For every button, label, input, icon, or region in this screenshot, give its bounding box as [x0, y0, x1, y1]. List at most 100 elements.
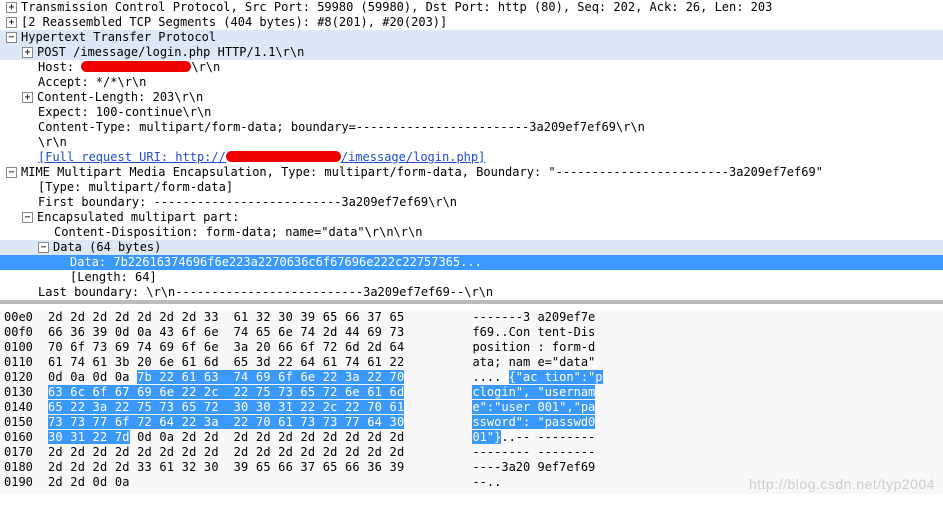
- hex-offset: 0130: [4, 385, 48, 400]
- firstboundary-text: First boundary: ------------------------…: [38, 195, 457, 209]
- crlf-text: \r\n: [38, 135, 67, 149]
- hex-ascii-selected: clogin", "usernam: [472, 385, 595, 399]
- mime-text: MIME Multipart Media Encapsulation, Type…: [21, 165, 823, 179]
- expand-icon[interactable]: +: [22, 47, 33, 58]
- hex-bytes-selected: 65 22 3a 22 75 73 65 72 30 30 31 22 2c 2…: [48, 400, 404, 414]
- hex-row[interactable]: 013063 6c 6f 67 69 6e 22 2c 22 75 73 65 …: [0, 385, 943, 400]
- expand-icon[interactable]: +: [6, 17, 17, 28]
- host-crlf: \r\n: [191, 60, 220, 74]
- hex-row[interactable]: 016030 31 22 7d 0d 0a 2d 2d 2d 2d 2d 2d …: [0, 430, 943, 445]
- hex-offset: 0150: [4, 415, 48, 430]
- host-label: Host:: [38, 60, 81, 74]
- hex-offset: 0120: [4, 370, 48, 385]
- hex-bytes: 66 36 39 0d 0a 43 6f 6e 74 65 6e 74 2d 4…: [48, 325, 458, 340]
- hex-row[interactable]: 011061 74 61 3b 20 6e 61 6d 65 3d 22 64 …: [0, 355, 943, 370]
- http-text: Hypertext Transfer Protocol: [21, 30, 216, 44]
- firstboundary-row[interactable]: First boundary: ------------------------…: [0, 195, 943, 210]
- hex-row[interactable]: 01200d 0a 0d 0a 7b 22 61 63 74 69 6f 6e …: [0, 370, 943, 385]
- hex-ascii: position : form-d: [472, 340, 595, 355]
- hex-bytes: 61 74 61 3b 20 6e 61 6d 65 3d 22 64 61 7…: [48, 355, 458, 370]
- packet-details-tree: + Transmission Control Protocol, Src Port…: [0, 0, 943, 304]
- expand-icon[interactable]: +: [22, 92, 33, 103]
- cdisp-row[interactable]: Content-Disposition: form-data; name="da…: [0, 225, 943, 240]
- encap-text: Encapsulated multipart part:: [37, 210, 239, 224]
- hex-ascii: -------3 a209ef7e: [472, 310, 595, 325]
- mimetype-text: [Type: multipart/form-data]: [38, 180, 233, 194]
- hex-offset: 0180: [4, 460, 48, 475]
- hex-row[interactable]: 00f066 36 39 0d 0a 43 6f 6e 74 65 6e 74 …: [0, 325, 943, 340]
- cdisp-text: Content-Disposition: form-data; name="da…: [54, 225, 422, 239]
- mime-row[interactable]: −MIME Multipart Media Encapsulation, Typ…: [0, 165, 943, 180]
- expect-text: Expect: 100-continue\r\n: [38, 105, 211, 119]
- redacted-host: [81, 61, 191, 72]
- hex-offset: 0110: [4, 355, 48, 370]
- hex-row[interactable]: 00e02d 2d 2d 2d 2d 2d 2d 33 61 32 30 39 …: [0, 310, 943, 325]
- http-expect-row[interactable]: Expect: 100-continue\r\n: [0, 105, 943, 120]
- hex-offset: 0100: [4, 340, 48, 355]
- hex-row[interactable]: 010070 6f 73 69 74 69 6f 6e 3a 20 66 6f …: [0, 340, 943, 355]
- data64-text: Data (64 bytes): [53, 240, 161, 254]
- lastboundary-text: Last boundary: \r\n---------------------…: [38, 285, 493, 299]
- hex-bytes-selected: 73 73 77 6f 72 64 22 3a 22 70 61 73 73 7…: [48, 415, 404, 429]
- data64-row[interactable]: −Data (64 bytes): [0, 240, 943, 255]
- hex-ascii-selected: {"ac tion":"p: [509, 370, 603, 384]
- collapse-icon[interactable]: −: [38, 242, 49, 253]
- hex-bytes: 70 6f 73 69 74 69 6f 6e 3a 20 66 6f 72 6…: [48, 340, 458, 355]
- clen-text: Content-Length: 203\r\n: [37, 90, 203, 104]
- reassembled-text: [2 Reassembled TCP Segments (404 bytes):…: [21, 15, 447, 29]
- hex-row[interactable]: 01702d 2d 2d 2d 2d 2d 2d 2d 2d 2d 2d 2d …: [0, 445, 943, 460]
- fulluri-b: /imessage/login.php]: [341, 150, 486, 164]
- watermark: http://blog.csdn.net/typ2004: [749, 477, 935, 492]
- hex-ascii: ..-- --------: [501, 430, 595, 444]
- hex-ascii: -------- --------: [472, 445, 595, 460]
- hex-row[interactable]: 014065 22 3a 22 75 73 65 72 30 30 31 22 …: [0, 400, 943, 415]
- encap-row[interactable]: −Encapsulated multipart part:: [0, 210, 943, 225]
- collapse-icon[interactable]: −: [6, 32, 17, 43]
- ctype-text: Content-Type: multipart/form-data; bound…: [38, 120, 645, 134]
- hex-bytes: 2d 2d 2d 2d 2d 2d 2d 33 61 32 30 39 65 6…: [48, 310, 458, 325]
- hex-ascii: --..: [472, 475, 501, 490]
- tcp-header-row[interactable]: + Transmission Control Protocol, Src Port…: [0, 0, 943, 15]
- http-crlf-row[interactable]: \r\n: [0, 135, 943, 150]
- hex-ascii-selected: ssword": "passwd0: [472, 415, 595, 429]
- hex-row[interactable]: 015073 73 77 6f 72 64 22 3a 22 70 61 73 …: [0, 415, 943, 430]
- fulluri-a: [Full request URI: http://: [38, 150, 226, 164]
- http-clen-row[interactable]: + Content-Length: 203\r\n: [0, 90, 943, 105]
- expand-icon[interactable]: +: [6, 2, 17, 13]
- data-len-row[interactable]: [Length: 64]: [0, 270, 943, 285]
- collapse-icon[interactable]: −: [22, 212, 33, 223]
- hex-ascii: ----3a20 9ef7ef69: [472, 460, 595, 475]
- http-host-row[interactable]: Host: \r\n: [0, 60, 943, 75]
- hex-bytes: 0d 0a 2d 2d 2d 2d 2d 2d 2d 2d 2d 2d: [130, 430, 405, 444]
- hex-row[interactable]: 01802d 2d 2d 2d 33 61 32 30 39 65 66 37 …: [0, 460, 943, 475]
- http-accept-row[interactable]: Accept: */*\r\n: [0, 75, 943, 90]
- hex-bytes-selected: 63 6c 6f 67 69 6e 22 2c 22 75 73 65 72 6…: [48, 385, 404, 399]
- hex-ascii: f69..Con tent-Dis: [472, 325, 595, 340]
- reassembled-row[interactable]: + [2 Reassembled TCP Segments (404 bytes)…: [0, 15, 943, 30]
- lastboundary-row[interactable]: Last boundary: \r\n---------------------…: [0, 285, 943, 300]
- http-post-row[interactable]: + POST /imessage/login.php HTTP/1.1\r\n: [0, 45, 943, 60]
- tcp-header-text: Transmission Control Protocol, Src Port:…: [21, 0, 772, 14]
- hex-bytes: 2d 2d 2d 2d 2d 2d 2d 2d 2d 2d 2d 2d 2d 2…: [48, 445, 458, 460]
- hex-offset: 0160: [4, 430, 48, 445]
- http-row[interactable]: −Hypertext Transfer Protocol: [0, 30, 943, 45]
- mimetype-row[interactable]: [Type: multipart/form-data]: [0, 180, 943, 195]
- hex-ascii-selected: 01"}: [472, 430, 501, 444]
- hex-ascii: ata; nam e="data": [472, 355, 595, 370]
- hex-dump-pane: 00e02d 2d 2d 2d 2d 2d 2d 33 61 32 30 39 …: [0, 310, 943, 494]
- http-fulluri-row[interactable]: [Full request URI: http:// /imessage/logi…: [0, 150, 943, 165]
- redacted-uri-host: [226, 151, 341, 162]
- hex-bytes-selected: 30 31 22 7d: [48, 430, 130, 444]
- hex-offset: 00f0: [4, 325, 48, 340]
- hex-bytes: 0d 0a 0d 0a: [48, 370, 137, 384]
- hex-ascii-selected: e":"user 001","pa: [472, 400, 595, 414]
- datalen-text: [Length: 64]: [70, 270, 157, 284]
- accept-text: Accept: */*\r\n: [38, 75, 146, 89]
- http-post-text: POST /imessage/login.php HTTP/1.1\r\n: [37, 45, 304, 59]
- hex-offset: 00e0: [4, 310, 48, 325]
- http-ctype-row[interactable]: Content-Type: multipart/form-data; bound…: [0, 120, 943, 135]
- collapse-icon[interactable]: −: [6, 167, 17, 178]
- hex-bytes-selected: 7b 22 61 63 74 69 6f 6e 22 3a 22 70: [137, 370, 404, 384]
- data-hex-row[interactable]: Data: 7b22616374696f6e223a2270636c6f6769…: [0, 255, 943, 270]
- datahex-text: Data: 7b22616374696f6e223a2270636c6f6769…: [70, 255, 482, 269]
